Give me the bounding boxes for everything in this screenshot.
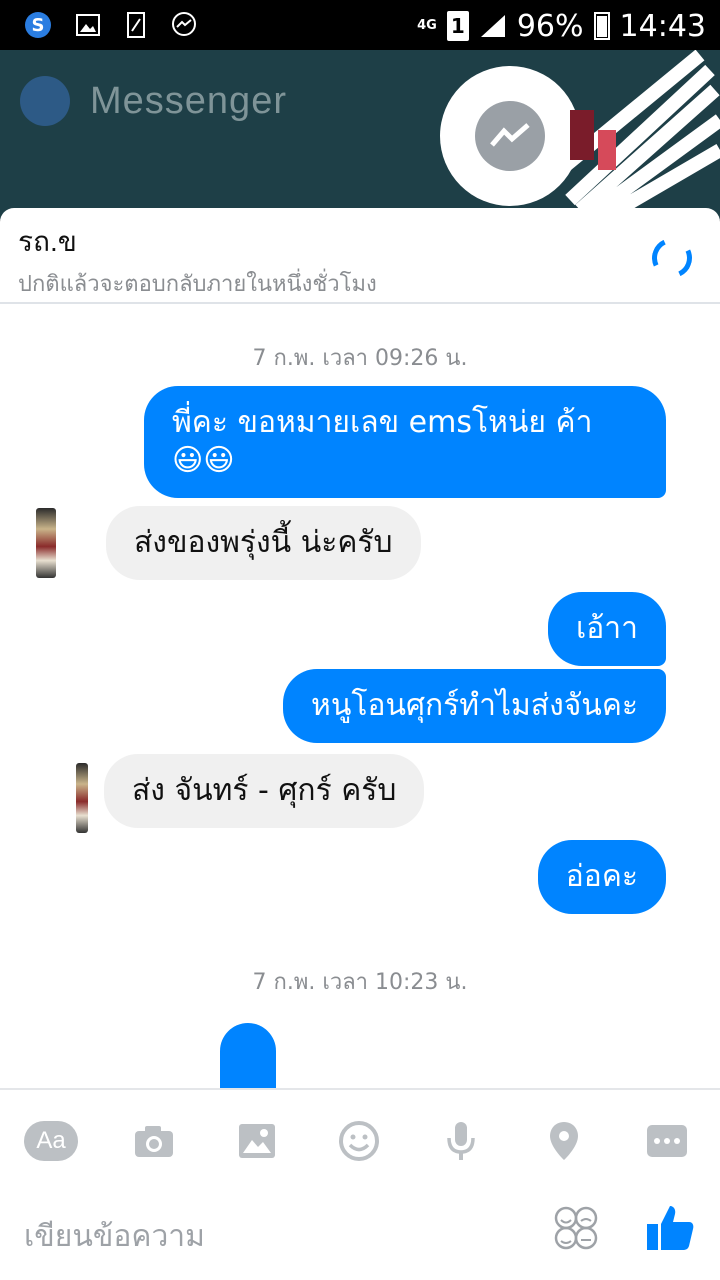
location-icon[interactable] (537, 1114, 591, 1168)
status-bar: S 4G 1 96% 14:43 (0, 0, 720, 50)
text-aa-icon[interactable]: Aa (24, 1114, 78, 1168)
message-input-row (0, 1200, 720, 1270)
emoji-icon[interactable] (332, 1114, 386, 1168)
camera-icon[interactable] (127, 1114, 181, 1168)
outgoing-message[interactable]: เอ้าา (548, 592, 666, 666)
status-right: 4G 1 96% 14:43 (417, 6, 706, 46)
thumbs-up-icon[interactable] (644, 1202, 700, 1258)
network-indicator: 4G (417, 18, 437, 33)
image-icon[interactable] (230, 1114, 284, 1168)
sticker-icon[interactable] (552, 1204, 608, 1260)
skype-icon: S (22, 9, 54, 41)
outgoing-message[interactable]: พี่คะ ขอหมายเลข emsโหน่ย ค้า 😃😃 (144, 386, 666, 498)
outgoing-message[interactable]: อ่อคะ (537, 840, 666, 914)
messenger-notification-icon (168, 9, 200, 41)
contact-avatar[interactable] (76, 763, 88, 833)
incoming-message[interactable]: ส่ง จันทร์ - ศุกร์ ครับ (104, 754, 425, 828)
incoming-message[interactable]: ส่งของพรุ่งนี้ น่ะครับ (106, 506, 421, 580)
gallery-icon (72, 9, 104, 41)
composer-toolbar: Aa (0, 1104, 720, 1174)
battery-icon (593, 12, 610, 40)
messenger-bolt-icon (475, 101, 545, 171)
background-app-title: Messenger (90, 80, 287, 122)
contact-status: ปกติแล้วจะตอบกลับภายในหนึ่งชั่วโมง (18, 272, 377, 297)
loading-spinner-icon (646, 232, 698, 284)
outgoing-message[interactable]: หนูโอนศุกร์ทำไมส่งจันคะ (283, 669, 666, 743)
chat-sheet: รถ.ข ปกติแล้วจะตอบกลับภายในหนึ่งชั่วโมง … (0, 208, 720, 1280)
messenger-logo-icon (20, 76, 70, 126)
more-icon[interactable] (640, 1114, 694, 1168)
background-app: Messenger (0, 50, 720, 220)
message-input[interactable] (24, 1208, 524, 1264)
aa-label: Aa (24, 1121, 78, 1161)
chat-head[interactable] (440, 66, 580, 206)
redaction-scribble (560, 50, 720, 220)
sim-indicator: 1 (446, 11, 469, 41)
chat-header: รถ.ข ปกติแล้วจะตอบกลับภายในหนึ่งชั่วโมง (0, 208, 720, 304)
battery-percent: 96% (516, 8, 584, 44)
clock: 14:43 (619, 8, 706, 44)
message-timestamp: 7 ก.พ. เวลา 10:23 น. (252, 970, 468, 995)
signal-icon (480, 15, 505, 37)
composer: Aa (0, 1088, 720, 1280)
contact-avatar[interactable] (36, 508, 56, 578)
microphone-icon[interactable] (434, 1114, 488, 1168)
message-timestamp: 7 ก.พ. เวลา 09:26 น. (252, 346, 468, 371)
screenshot-icon (120, 9, 152, 41)
svg-text:S: S (32, 15, 45, 36)
contact-name[interactable]: รถ.ข (18, 220, 77, 264)
